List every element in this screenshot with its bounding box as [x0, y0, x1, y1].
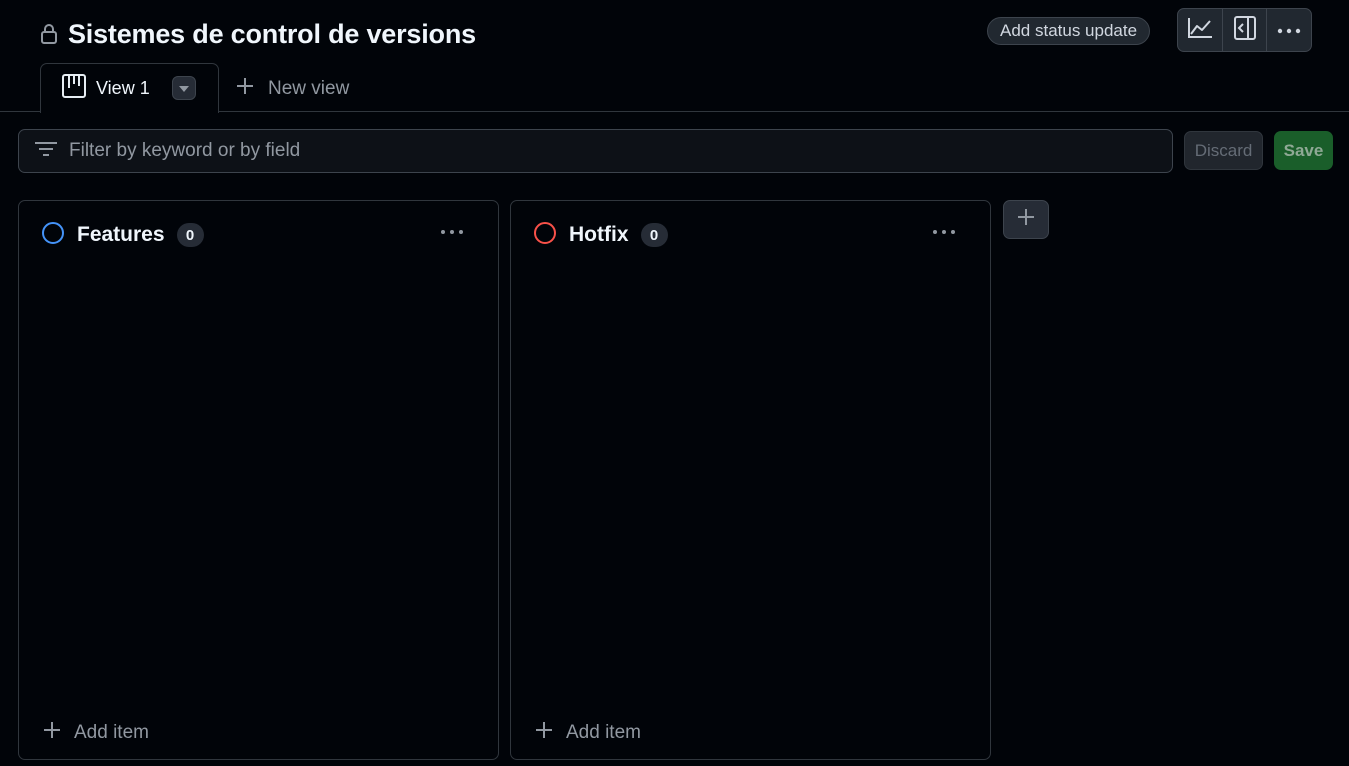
- item-count-badge: 0: [640, 223, 668, 247]
- sidebar-icon: [1233, 15, 1256, 45]
- more-options-button[interactable]: [1267, 9, 1311, 51]
- column-menu-button[interactable]: [438, 221, 466, 241]
- plus-icon: [43, 721, 61, 745]
- board-icon: [62, 74, 86, 103]
- kebab-horizontal-icon: [932, 222, 956, 240]
- kebab-horizontal-icon: [1277, 21, 1301, 39]
- view-options-button[interactable]: [172, 76, 196, 100]
- tab-label: View 1: [96, 78, 150, 98]
- item-count-badge: 0: [176, 223, 204, 247]
- filter-icon: [35, 141, 57, 162]
- plus-icon: [236, 77, 254, 101]
- new-view-label: New view: [268, 78, 350, 99]
- discard-button[interactable]: Discard: [1184, 131, 1263, 170]
- column-features: Features 0 Add item: [18, 200, 499, 760]
- page-title: Sistemes de control de versions: [68, 18, 476, 49]
- sidebar-toggle-button[interactable]: [1223, 9, 1268, 51]
- add-item-label: Add item: [566, 722, 641, 743]
- status-circle-icon: [533, 221, 557, 250]
- column-name: Hotfix: [569, 223, 629, 246]
- insights-icon: [1187, 17, 1213, 44]
- filter-bar[interactable]: [18, 129, 1173, 173]
- column-name: Features: [77, 223, 165, 246]
- column-hotfix: Hotfix 0 Add item: [510, 200, 991, 760]
- add-item-button[interactable]: Add item: [535, 721, 641, 745]
- plus-icon: [1017, 208, 1035, 231]
- filter-input[interactable]: [69, 140, 1069, 162]
- tab-view-1[interactable]: View 1: [40, 63, 219, 113]
- column-header: Hotfix 0: [533, 221, 668, 250]
- column-menu-button[interactable]: [930, 221, 958, 241]
- add-item-label: Add item: [74, 722, 149, 743]
- kebab-horizontal-icon: [440, 222, 464, 240]
- project-header: Sistemes de control de versions Add stat…: [0, 0, 1349, 113]
- add-item-button[interactable]: Add item: [43, 721, 149, 745]
- add-status-update-button[interactable]: Add status update: [987, 17, 1151, 45]
- add-column-button[interactable]: [1003, 200, 1049, 239]
- title-row: Sistemes de control de versions: [40, 14, 476, 54]
- plus-icon: [535, 721, 553, 745]
- lock-icon: [40, 22, 60, 46]
- save-button[interactable]: Save: [1274, 131, 1333, 170]
- new-view-button[interactable]: New view: [236, 74, 349, 104]
- column-header: Features 0: [41, 221, 204, 250]
- header-actions: [1177, 8, 1312, 52]
- triangle-down-icon: [179, 79, 189, 97]
- status-circle-icon: [41, 221, 65, 250]
- insights-button[interactable]: [1178, 9, 1223, 51]
